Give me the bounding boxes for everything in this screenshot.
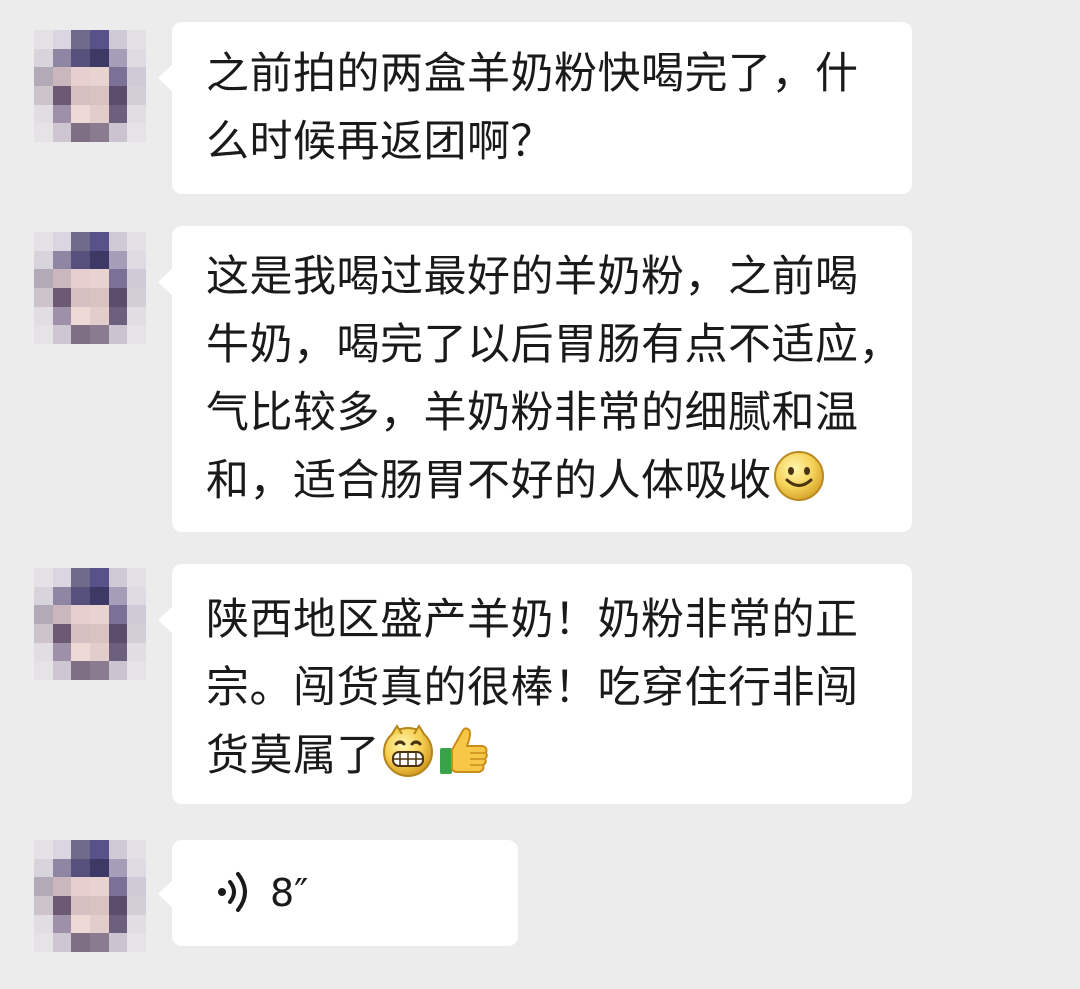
thumbs-up-emoji-icon [436,722,492,798]
voice-wave-icon [216,870,256,918]
avatar[interactable] [34,840,146,952]
smile-emoji-icon [772,449,826,523]
message-text-line: 宗。闯货真的很棒！吃穿住行非闯 [206,663,859,713]
message-text-line: 么时候再返团啊？ [206,117,554,167]
message-text-line: 牛奶，喝完了以后胃肠有点不适应， [206,320,902,370]
chat-conversation: 之前拍的两盒羊奶粉快喝完了，什 么时候再返团啊？ 这是我喝过最好的羊奶粉，之前喝… [0,0,1080,989]
message-text-line: 这是我喝过最好的羊奶粉，之前喝 [206,252,859,302]
message-text-line: 和，适合肠胃不好的人体吸收 [206,456,772,506]
grin-emoji-icon [380,722,436,798]
avatar[interactable] [34,30,146,142]
message-text-line: 陕西地区盛产羊奶！奶粉非常的正 [206,595,859,645]
voice-message-bubble[interactable]: 8″ [158,840,518,946]
message-bubble[interactable]: 陕西地区盛产羊奶！奶粉非常的正 宗。闯货真的很棒！吃穿住行非闯 货莫属了 [158,564,912,804]
message-bubble[interactable]: 之前拍的两盒羊奶粉快喝完了，什 么时候再返团啊？ [158,22,912,194]
message-bubble[interactable]: 这是我喝过最好的羊奶粉，之前喝 牛奶，喝完了以后胃肠有点不适应， 气比较多，羊奶… [158,226,912,532]
avatar[interactable] [34,232,146,344]
avatar[interactable] [34,568,146,680]
message-text-line: 货莫属了 [206,731,380,781]
message-text-line: 之前拍的两盒羊奶粉快喝完了，什 [206,49,859,99]
message-text-line: 气比较多，羊奶粉非常的细腻和温 [206,388,859,438]
voice-duration: 8″ [270,871,309,915]
